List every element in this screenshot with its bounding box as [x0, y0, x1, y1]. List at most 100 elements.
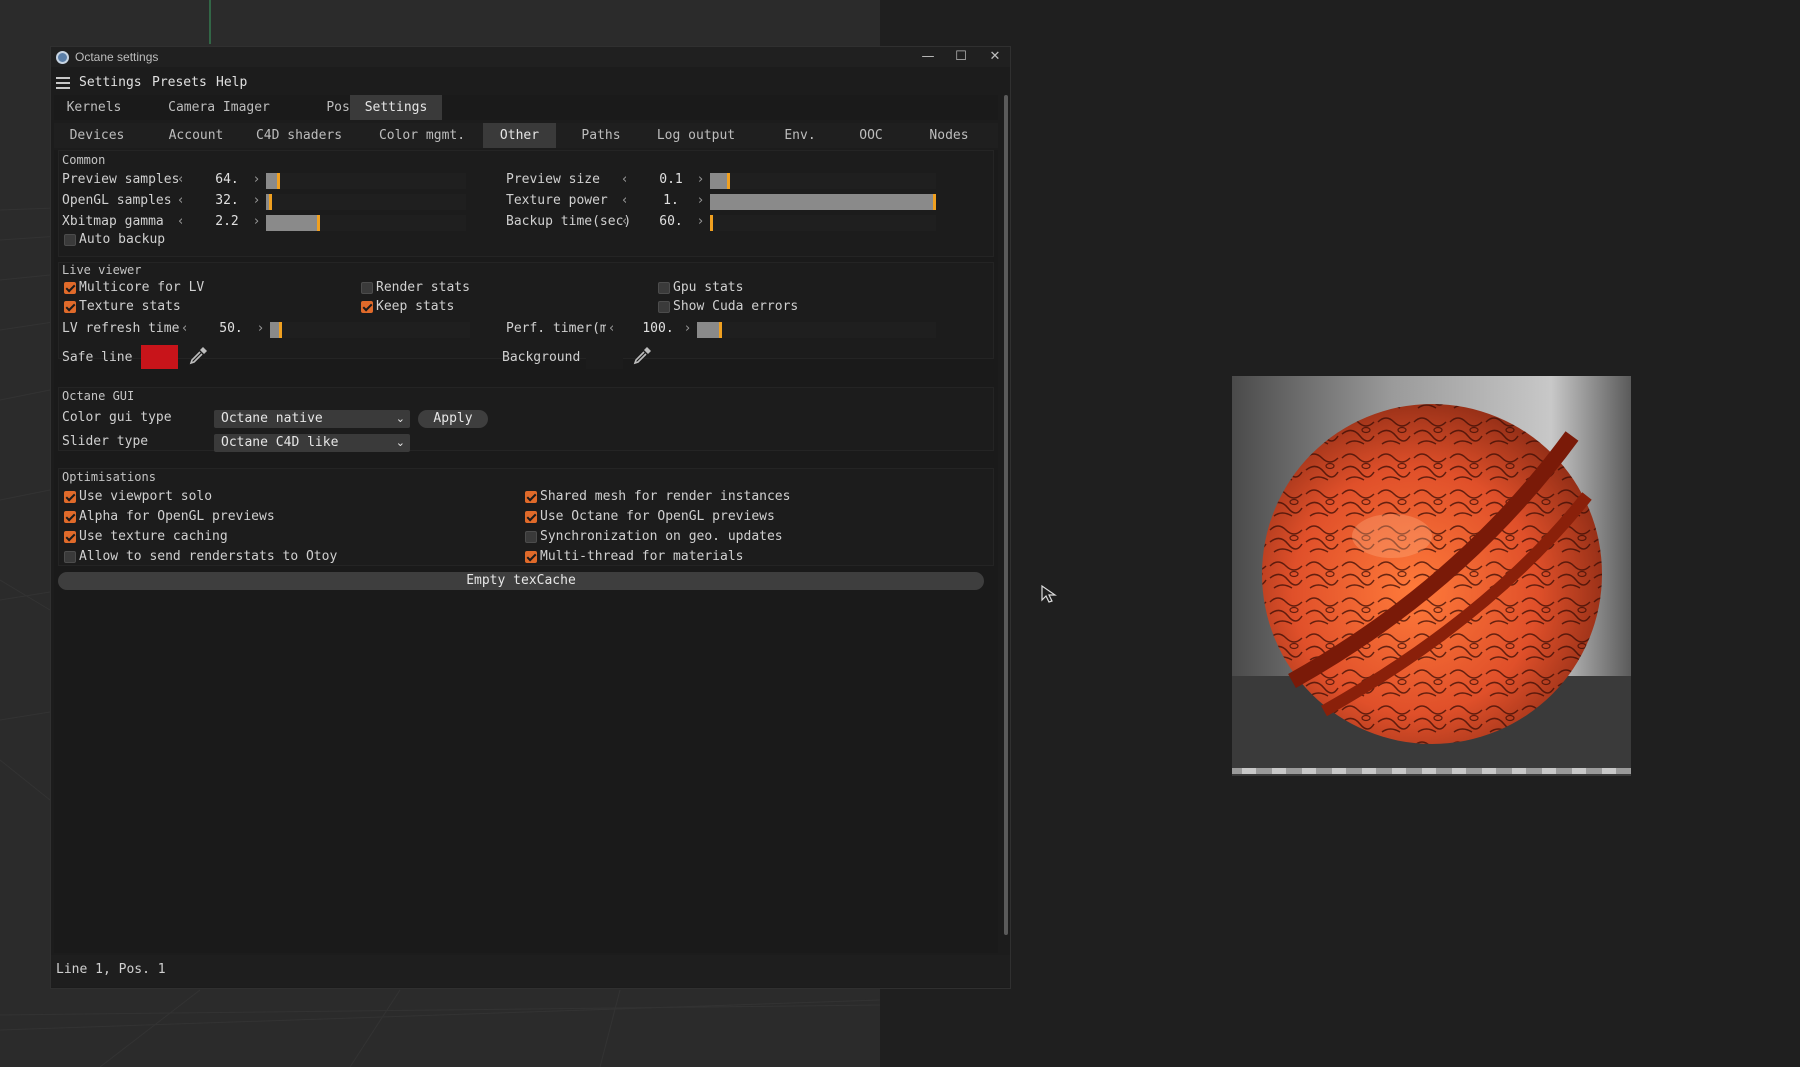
tab-log-output[interactable]: Log output	[646, 123, 746, 148]
xbitmap-gamma-slider[interactable]	[266, 215, 466, 231]
section-title-common: Common	[62, 153, 106, 167]
gpu-stats-checkbox[interactable]	[658, 282, 670, 294]
use-viewport-solo-checkbox[interactable]	[64, 491, 76, 503]
shared-mesh-checkbox[interactable]	[525, 491, 537, 503]
alpha-opengl-previews-label: Alpha for OpenGL previews	[79, 509, 275, 524]
tab-nodes[interactable]: Nodes	[914, 123, 984, 148]
preview-size-value[interactable]: 0.1	[641, 172, 701, 187]
minimize-icon[interactable]: —	[911, 47, 945, 67]
tab-camera-imager[interactable]: Camera Imager	[154, 95, 284, 120]
tab-devices[interactable]: Devices	[54, 123, 140, 148]
chevron-right-icon[interactable]: ›	[698, 214, 703, 229]
octane-opengl-previews-checkbox[interactable]	[525, 511, 537, 523]
chevron-left-icon[interactable]: ‹	[622, 214, 627, 229]
eyedropper-icon[interactable]	[633, 345, 653, 365]
tab-paths[interactable]: Paths	[566, 123, 636, 148]
texture-stats-checkbox[interactable]	[64, 301, 76, 313]
slider-fill	[710, 194, 936, 210]
chevron-left-icon[interactable]: ‹	[622, 172, 627, 187]
chevron-left-icon[interactable]: ‹	[178, 193, 183, 208]
chevron-left-icon[interactable]: ‹	[182, 321, 187, 336]
auto-backup-checkbox[interactable]	[64, 234, 76, 246]
render-progress-strip	[1232, 768, 1631, 774]
tab-ooc[interactable]: OOC	[841, 123, 901, 148]
safe-line-label: Safe line	[62, 350, 133, 365]
slider-type-select[interactable]: Octane C4D like ⌄	[214, 434, 410, 452]
background-label: Background	[502, 350, 581, 365]
multicore-lv-checkbox[interactable]	[64, 282, 76, 294]
tab-env[interactable]: Env.	[770, 123, 830, 148]
apply-button[interactable]: Apply	[418, 410, 488, 428]
chevron-right-icon[interactable]: ›	[685, 321, 690, 336]
lv-refresh-slider[interactable]	[270, 322, 470, 338]
lv-refresh-value[interactable]: 50.	[201, 321, 261, 336]
close-icon[interactable]: ✕	[978, 47, 1012, 67]
backup-time-label: Backup time(sec)	[506, 214, 632, 229]
tab-settings[interactable]: Settings	[350, 95, 442, 120]
chevron-left-icon[interactable]: ‹	[178, 214, 183, 229]
sync-geo-updates-checkbox[interactable]	[525, 531, 537, 543]
shared-mesh-label: Shared mesh for render instances	[540, 489, 791, 504]
tab-color-mgmt[interactable]: Color mgmt.	[357, 123, 487, 148]
chevron-right-icon[interactable]: ›	[258, 321, 263, 336]
octane-settings-window: Octane settings — ☐ ✕ Settings Presets H…	[50, 46, 1011, 989]
keep-stats-checkbox[interactable]	[361, 301, 373, 313]
material-preview-image	[1232, 376, 1631, 776]
show-cuda-errors-checkbox[interactable]	[658, 301, 670, 313]
chevron-left-icon[interactable]: ‹	[609, 321, 614, 336]
hamburger-menu-icon[interactable]	[56, 77, 70, 89]
preview-samples-slider[interactable]	[266, 173, 466, 189]
chevron-right-icon[interactable]: ›	[698, 172, 703, 187]
menu-settings[interactable]: Settings	[79, 75, 142, 90]
render-stats-checkbox[interactable]	[361, 282, 373, 294]
backup-time-value[interactable]: 60.	[641, 214, 701, 229]
backup-time-slider[interactable]	[710, 215, 936, 231]
octane-gui-section	[58, 387, 994, 451]
chevron-right-icon[interactable]: ›	[254, 214, 259, 229]
chevron-right-icon[interactable]: ›	[698, 193, 703, 208]
tab-c4d-shaders[interactable]: C4D shaders	[239, 123, 359, 148]
maximize-icon[interactable]: ☐	[944, 47, 978, 67]
chevron-left-icon[interactable]: ‹	[178, 172, 183, 187]
opengl-samples-slider[interactable]	[266, 194, 466, 210]
safe-line-color-swatch[interactable]	[141, 345, 178, 369]
use-viewport-solo-label: Use viewport solo	[79, 489, 213, 504]
preview-samples-value[interactable]: 64.	[197, 172, 257, 187]
tab-other[interactable]: Other	[483, 123, 556, 148]
chevron-left-icon[interactable]: ‹	[622, 193, 627, 208]
use-texture-caching-checkbox[interactable]	[64, 531, 76, 543]
lv-refresh-label: LV refresh time(m	[62, 321, 182, 336]
xbitmap-gamma-value[interactable]: 2.2	[197, 214, 257, 229]
slider-fill	[266, 173, 280, 189]
color-gui-type-select[interactable]: Octane native ⌄	[214, 410, 410, 428]
empty-texcache-button[interactable]: Empty texCache	[58, 572, 984, 590]
alpha-opengl-previews-checkbox[interactable]	[64, 511, 76, 523]
opengl-samples-value[interactable]: 32.	[197, 193, 257, 208]
multithread-materials-checkbox[interactable]	[525, 551, 537, 563]
send-renderstats-checkbox[interactable]	[64, 551, 76, 563]
tab-account[interactable]: Account	[151, 123, 241, 148]
chevron-right-icon[interactable]: ›	[254, 172, 259, 187]
perf-timer-value[interactable]: 100.	[628, 321, 688, 336]
texture-power-slider[interactable]	[710, 194, 936, 210]
chevron-right-icon[interactable]: ›	[254, 193, 259, 208]
texture-power-value[interactable]: 1.	[641, 193, 701, 208]
perf-timer-label: Perf. timer(m:	[506, 321, 606, 336]
background-color-swatch[interactable]	[586, 345, 623, 369]
eyedropper-icon[interactable]	[189, 345, 209, 365]
vertical-scrollbar[interactable]	[1004, 95, 1008, 935]
texture-power-label: Texture power	[506, 193, 608, 208]
menu-help[interactable]: Help	[216, 75, 247, 90]
xbitmap-gamma-label: Xbitmap gamma	[62, 214, 164, 229]
slider-fill	[710, 173, 730, 189]
title-bar[interactable]: Octane settings — ☐ ✕	[51, 47, 1010, 67]
tab-kernels[interactable]: Kernels	[54, 95, 134, 120]
slider-fill	[710, 215, 713, 231]
preview-size-slider[interactable]	[710, 173, 936, 189]
show-cuda-errors-label: Show Cuda errors	[673, 299, 799, 314]
menu-presets[interactable]: Presets	[152, 75, 207, 90]
slider-fill	[266, 215, 320, 231]
perf-timer-slider[interactable]	[697, 322, 936, 338]
chevron-down-icon: ⌄	[395, 412, 405, 425]
slider-type-label: Slider type	[62, 434, 149, 449]
